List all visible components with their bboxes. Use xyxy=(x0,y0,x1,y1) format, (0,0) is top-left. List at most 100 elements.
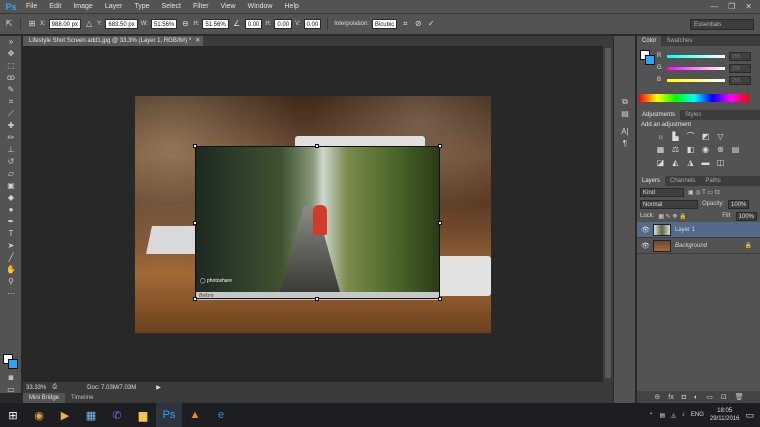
zoom-level[interactable]: 33.33% xyxy=(26,385,46,391)
internet-explorer-icon[interactable]: e xyxy=(208,403,234,427)
volume-icon[interactable]: ♪ xyxy=(682,412,685,418)
menu-view[interactable]: View xyxy=(215,3,242,10)
collapse-toolbar-icon[interactable]: » xyxy=(0,36,22,48)
transform-handle-right[interactable] xyxy=(438,221,442,225)
photoshop-taskbar-icon[interactable]: Ps xyxy=(156,403,182,427)
posterize-icon[interactable]: ◭ xyxy=(670,158,681,168)
add-mask-icon[interactable]: ◘ xyxy=(682,394,686,401)
tab-mini-bridge[interactable]: Mini Bridge xyxy=(23,393,66,403)
language-indicator[interactable]: ENG xyxy=(691,412,704,418)
viber-icon[interactable]: ✆ xyxy=(104,403,130,427)
brush-tool-icon[interactable]: ✏ xyxy=(0,132,22,144)
history-panel-icon[interactable]: ⧉ xyxy=(614,96,636,108)
tab-paths[interactable]: Paths xyxy=(700,176,725,186)
curves-icon[interactable]: ⌒ xyxy=(685,132,696,142)
opacity-field[interactable]: 100% xyxy=(728,199,750,209)
maximize-button[interactable]: ❐ xyxy=(728,2,735,11)
gradient-tool-icon[interactable]: ▣ xyxy=(0,180,22,192)
link-layers-icon[interactable]: ⊖ xyxy=(654,393,660,401)
color-spectrum-bar[interactable] xyxy=(639,94,749,102)
blend-mode-select[interactable]: Normal xyxy=(640,199,698,209)
vibrance-icon[interactable]: ▽ xyxy=(715,132,726,142)
invert-icon[interactable]: ◪ xyxy=(655,158,666,168)
new-group-icon[interactable]: ▭ xyxy=(706,393,713,401)
properties-panel-icon[interactable]: ▤ xyxy=(614,108,636,120)
clone-stamp-tool-icon[interactable]: ⊥ xyxy=(0,144,22,156)
tab-timeline[interactable]: Timeline xyxy=(65,393,99,403)
transform-handle-top[interactable] xyxy=(315,144,319,148)
green-value[interactable]: 255 xyxy=(729,63,751,73)
filter-icons[interactable]: ▣ ◎ T ▭ ⊡ xyxy=(688,189,720,196)
red-slider[interactable] xyxy=(667,54,725,58)
calculator-icon[interactable]: ▦ xyxy=(78,403,104,427)
close-document-icon[interactable]: ✕ xyxy=(195,38,200,44)
channel-mixer-icon[interactable]: ⊛ xyxy=(715,145,726,155)
brightness-contrast-icon[interactable]: ☼ xyxy=(655,132,666,142)
transform-handle-left[interactable] xyxy=(193,221,197,225)
close-button[interactable]: ✕ xyxy=(745,2,752,11)
paragraph-panel-icon[interactable]: ¶ xyxy=(614,138,636,150)
menu-type[interactable]: Type xyxy=(128,3,155,10)
transform-handle-bottom-right[interactable] xyxy=(438,297,442,301)
chrome-icon[interactable]: ◉ xyxy=(26,403,52,427)
pen-tool-icon[interactable]: ✒ xyxy=(0,216,22,228)
menu-edit[interactable]: Edit xyxy=(43,3,67,10)
fill-field[interactable]: 100% xyxy=(735,211,757,221)
gradient-map-icon[interactable]: ▬ xyxy=(700,158,711,168)
commit-transform-icon[interactable]: ✓ xyxy=(426,19,436,29)
move-tool-icon[interactable]: ✥ xyxy=(0,48,22,60)
blur-tool-icon[interactable]: ◆ xyxy=(0,192,22,204)
link-icon[interactable]: ⊖ xyxy=(180,19,190,29)
interpolation-select[interactable]: Bicubic xyxy=(371,19,398,29)
menu-file[interactable]: File xyxy=(20,3,43,10)
vertical-scrollbar-thumb[interactable] xyxy=(605,48,611,378)
clock[interactable]: 18:05 29/11/2016 xyxy=(710,407,740,423)
quick-select-tool-icon[interactable]: ✎ xyxy=(0,84,22,96)
screen-mode-icon[interactable]: ▭ xyxy=(0,384,22,396)
shape-tool-icon[interactable]: ╱ xyxy=(0,252,22,264)
tray-chevron-icon[interactable]: ⌃ xyxy=(649,412,654,419)
reference-point-icon[interactable]: ⊞ xyxy=(27,19,37,29)
status-menu-arrow-icon[interactable]: ▶ xyxy=(156,384,161,391)
visibility-eye-icon[interactable]: 👁 xyxy=(641,226,650,234)
photo-filter-icon[interactable]: ◉ xyxy=(700,145,711,155)
new-layer-icon[interactable]: ⊡ xyxy=(721,393,727,401)
color-panel-background-swatch[interactable] xyxy=(645,55,655,65)
transform-handle-top-right[interactable] xyxy=(438,144,442,148)
layer-style-icon[interactable]: fx xyxy=(668,394,673,401)
transform-handle-bottom-left[interactable] xyxy=(193,297,197,301)
blue-value[interactable]: 255 xyxy=(729,75,751,85)
tab-color[interactable]: Color xyxy=(637,36,662,46)
delete-layer-icon[interactable]: 🗑 xyxy=(735,393,744,401)
character-panel-icon[interactable]: A| xyxy=(614,126,636,138)
layer-row-background[interactable]: 👁 Background 🔒 xyxy=(637,238,760,254)
path-selection-tool-icon[interactable]: ➤ xyxy=(0,240,22,252)
black-white-icon[interactable]: ◧ xyxy=(685,145,696,155)
file-explorer-icon[interactable]: ▆ xyxy=(130,403,156,427)
media-player-icon[interactable]: ▶ xyxy=(52,403,78,427)
export-icon[interactable]: ⎙ xyxy=(52,384,57,391)
vlc-icon[interactable]: ▲ xyxy=(182,403,208,427)
tab-layers[interactable]: Layers xyxy=(637,176,666,186)
menu-filter[interactable]: Filter xyxy=(187,3,215,10)
new-adjustment-layer-icon[interactable]: ◐ xyxy=(694,394,698,401)
background-color-swatch[interactable] xyxy=(8,359,18,369)
menu-select[interactable]: Select xyxy=(156,3,187,10)
type-tool-icon[interactable]: T xyxy=(0,228,22,240)
color-balance-icon[interactable]: ⚖ xyxy=(670,145,681,155)
lasso-tool-icon[interactable]: ꝏ xyxy=(0,72,22,84)
dodge-tool-icon[interactable]: ● xyxy=(0,204,22,216)
eyedropper-tool-icon[interactable]: ⟋ xyxy=(0,108,22,120)
tab-adjustments[interactable]: Adjustments xyxy=(637,110,681,120)
layer-row-layer-1[interactable]: 👁 Layer 1 xyxy=(637,222,760,238)
history-brush-tool-icon[interactable]: ↺ xyxy=(0,156,22,168)
color-lookup-icon[interactable]: ▤ xyxy=(730,145,741,155)
more-tools-icon[interactable]: ⋯ xyxy=(0,288,22,300)
workspace-select[interactable]: Essentials xyxy=(690,18,754,30)
document-tab[interactable]: Lifestyle Shot Screen add1.jpg @ 33.3% (… xyxy=(23,36,203,46)
menu-window[interactable]: Window xyxy=(242,3,279,10)
zoom-tool-icon[interactable]: ⚲ xyxy=(0,276,22,288)
quick-mask-icon[interactable]: ◙ xyxy=(0,372,22,384)
tray-app-icon[interactable]: ▤ xyxy=(660,412,666,419)
transform-handle-top-left[interactable] xyxy=(193,144,197,148)
